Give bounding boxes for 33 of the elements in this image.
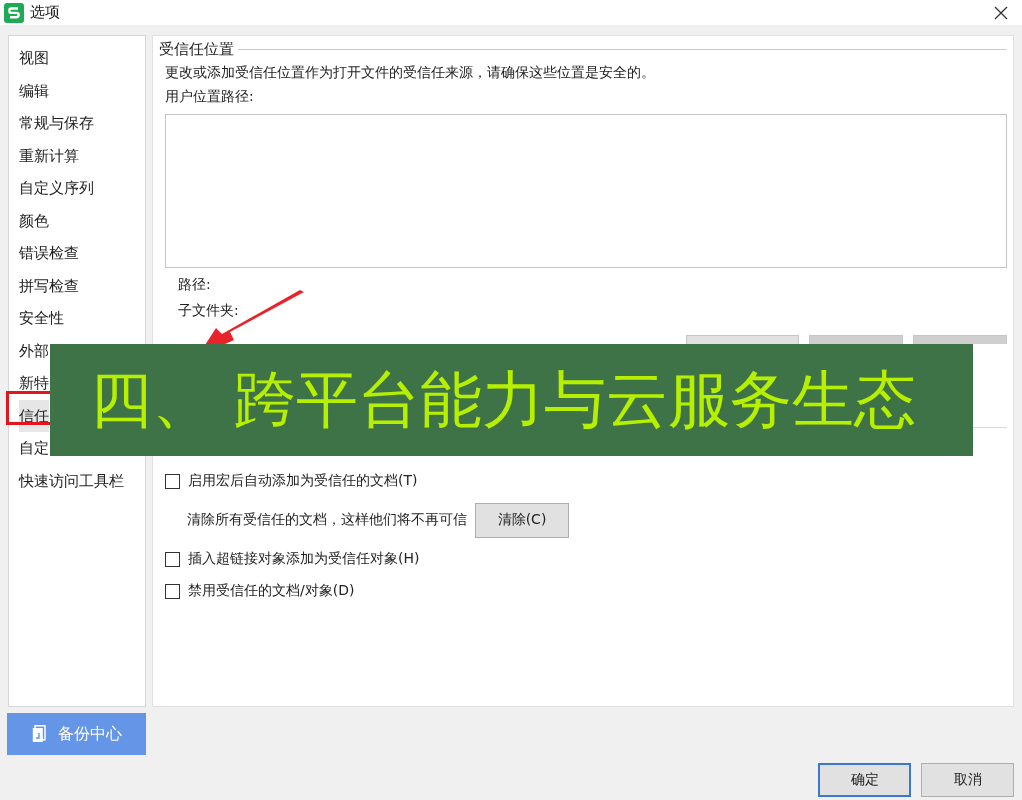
- description-text: 更改或添加受信任位置作为打开文件的受信任来源，请确保这些位置是安全的。: [165, 64, 656, 82]
- sidebar-item[interactable]: 颜色: [19, 204, 49, 237]
- checkbox[interactable]: [165, 551, 180, 567]
- banner-heading: 四、 跨平台能力与云服务生态: [50, 344, 973, 456]
- sidebar-item[interactable]: 常规与保存: [19, 107, 94, 140]
- sidebar-item[interactable]: 信任: [19, 399, 49, 432]
- document-icon: [31, 725, 46, 743]
- dialog-button[interactable]: 确定: [818, 763, 911, 797]
- group-title: 受信任位置: [159, 40, 234, 59]
- list-label: 用户位置路径:: [165, 88, 255, 106]
- sidebar-item[interactable]: 自定: [19, 432, 49, 465]
- sidebar-item[interactable]: 编辑: [19, 74, 49, 107]
- dialog-button[interactable]: 取消: [921, 763, 1014, 797]
- checkbox-label: 禁用受信任的文档/对象(D): [188, 582, 355, 600]
- option-text: 清除所有受信任的文档，这样他们将不再可信: [187, 511, 467, 529]
- path-label: 路径:: [178, 276, 212, 294]
- subfolder-label: 子文件夹:: [178, 302, 240, 320]
- sidebar-item[interactable]: 外部: [19, 334, 49, 367]
- sidebar-item[interactable]: 新特: [19, 367, 49, 400]
- sidebar-item[interactable]: 重新计算: [19, 139, 79, 172]
- sidebar-item[interactable]: 错误检查: [19, 237, 79, 270]
- window-title: 选项: [30, 3, 60, 22]
- checkbox-label: 启用宏后自动添加为受信任的文档(T): [188, 472, 418, 490]
- clear-button[interactable]: 清除(C): [475, 502, 569, 538]
- sidebar-item[interactable]: 自定义序列: [19, 172, 94, 205]
- sidebar-item[interactable]: 视图: [19, 42, 49, 75]
- sidebar-item[interactable]: 拼写检查: [19, 269, 79, 302]
- checkbox[interactable]: [165, 473, 180, 489]
- sidebar-item[interactable]: 安全性: [19, 302, 64, 335]
- checkbox[interactable]: [165, 583, 180, 599]
- close-icon[interactable]: [994, 5, 1008, 20]
- sidebar-item[interactable]: 快速访问工具栏: [19, 464, 124, 497]
- checkbox-label: 插入超链接对象添加为受信任对象(H): [188, 550, 420, 568]
